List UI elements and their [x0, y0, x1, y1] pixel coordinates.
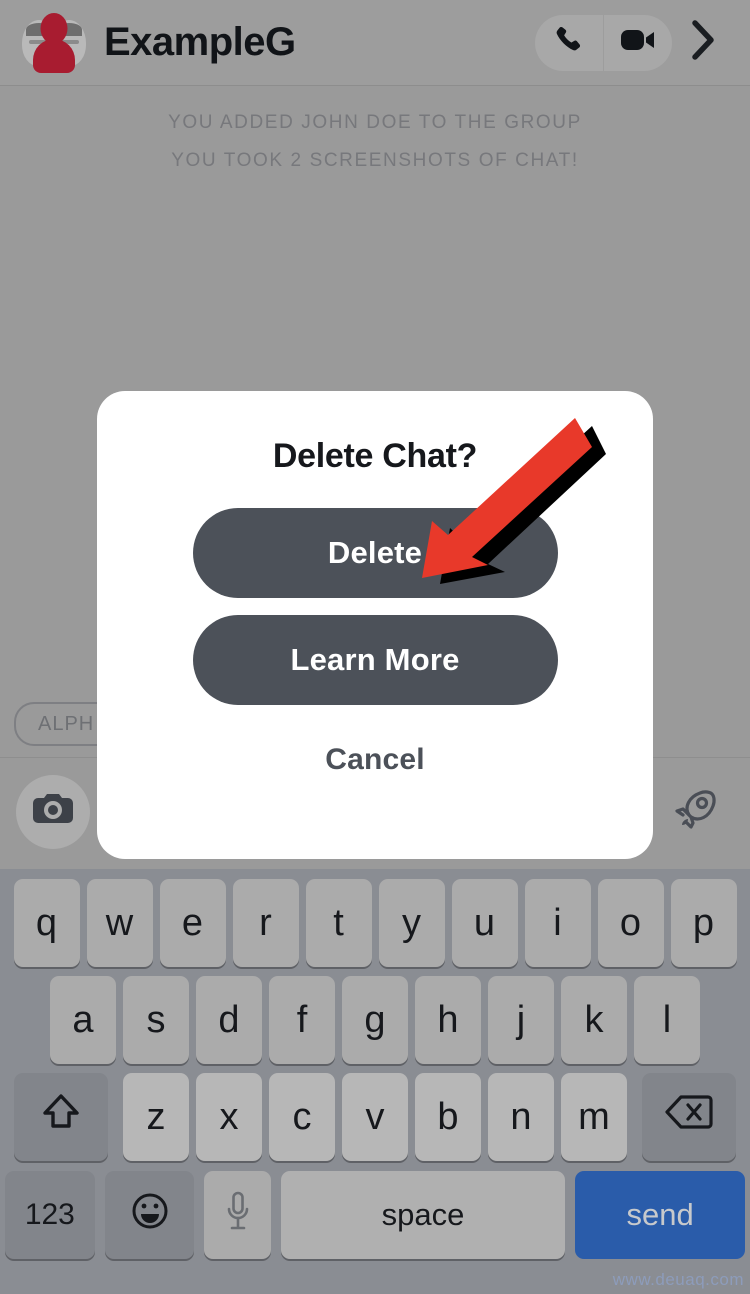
key-g[interactable]: g	[342, 976, 408, 1064]
send-key[interactable]: send	[575, 1171, 745, 1259]
microphone-icon	[225, 1190, 251, 1240]
key-h[interactable]: h	[415, 976, 481, 1064]
header-actions	[535, 14, 734, 71]
key-p[interactable]: p	[670, 879, 737, 967]
avatar-center-silhouette	[33, 12, 75, 73]
chevron-right-icon	[688, 18, 718, 67]
rocket-button[interactable]	[662, 779, 728, 845]
key-a[interactable]: a	[50, 976, 116, 1064]
key-c[interactable]: c	[269, 1073, 335, 1161]
key-d[interactable]: d	[196, 976, 262, 1064]
key-e[interactable]: e	[159, 879, 226, 967]
expand-chat-button[interactable]	[672, 15, 734, 71]
rocket-icon	[671, 785, 719, 838]
cancel-button[interactable]: Cancel	[97, 743, 653, 777]
key-r[interactable]: r	[232, 879, 299, 967]
delete-chat-dialog: Delete Chat? Delete Learn More Cancel	[97, 391, 653, 859]
camera-icon	[32, 790, 74, 833]
emoji-key[interactable]	[104, 1171, 195, 1259]
system-message: YOU ADDED JOHN DOE TO THE GROUP	[168, 112, 582, 133]
keyboard-row-1: q w e r t y u i o p	[0, 869, 750, 967]
keyboard-row-2: a s d f g h j k l	[0, 967, 750, 1064]
video-call-button[interactable]	[604, 15, 672, 71]
microphone-key[interactable]	[204, 1171, 271, 1259]
key-m[interactable]: m	[561, 1073, 627, 1161]
phone-icon	[552, 23, 586, 62]
learn-more-button[interactable]: Learn More	[192, 615, 558, 705]
system-message: YOU TOOK 2 SCREENSHOTS OF CHAT!	[171, 150, 579, 171]
key-s[interactable]: s	[123, 976, 189, 1064]
page-title: ExampleG	[104, 20, 296, 64]
keyboard-row-4: 123 space send	[0, 1161, 750, 1259]
system-message-list: YOU ADDED JOHN DOE TO THE GROUP YOU TOOK…	[0, 104, 750, 180]
shift-key[interactable]	[14, 1073, 108, 1161]
backspace-key[interactable]	[642, 1073, 736, 1161]
key-j[interactable]: j	[488, 976, 554, 1064]
key-y[interactable]: y	[378, 879, 445, 967]
space-key[interactable]: space	[280, 1171, 566, 1259]
call-actions-pill	[535, 14, 672, 71]
backspace-delete-icon	[664, 1093, 714, 1141]
key-b[interactable]: b	[415, 1073, 481, 1161]
shift-up-arrow-icon	[39, 1091, 83, 1143]
key-q[interactable]: q	[13, 879, 80, 967]
key-z[interactable]: z	[123, 1073, 189, 1161]
key-v[interactable]: v	[342, 1073, 408, 1161]
smiley-face-icon	[128, 1189, 172, 1241]
chat-screen: ExampleG YOU ADDED JOHN DOE TO THE GROUP…	[0, 0, 750, 1294]
key-x[interactable]: x	[196, 1073, 262, 1161]
key-l[interactable]: l	[634, 976, 700, 1064]
key-w[interactable]: w	[86, 879, 153, 967]
dialog-title: Delete Chat?	[272, 437, 478, 475]
key-i[interactable]: i	[524, 879, 591, 967]
video-camera-icon	[619, 26, 657, 59]
group-avatar-icon[interactable]	[22, 11, 86, 75]
phone-call-button[interactable]	[535, 15, 603, 71]
watermark: www.deuaq.com	[612, 1270, 744, 1289]
chat-header: ExampleG	[0, 0, 750, 86]
numbers-key[interactable]: 123	[5, 1171, 95, 1259]
keyboard-row-3: z x c v b n m	[0, 1064, 750, 1161]
key-t[interactable]: t	[305, 879, 372, 967]
key-u[interactable]: u	[451, 879, 518, 967]
on-screen-keyboard: q w e r t y u i o p a s d f g h j k l z …	[0, 869, 750, 1294]
delete-button[interactable]: Delete	[192, 508, 558, 598]
key-n[interactable]: n	[488, 1073, 554, 1161]
camera-button[interactable]	[16, 774, 90, 849]
key-o[interactable]: o	[597, 879, 664, 967]
key-f[interactable]: f	[269, 976, 335, 1064]
key-k[interactable]: k	[561, 976, 627, 1064]
